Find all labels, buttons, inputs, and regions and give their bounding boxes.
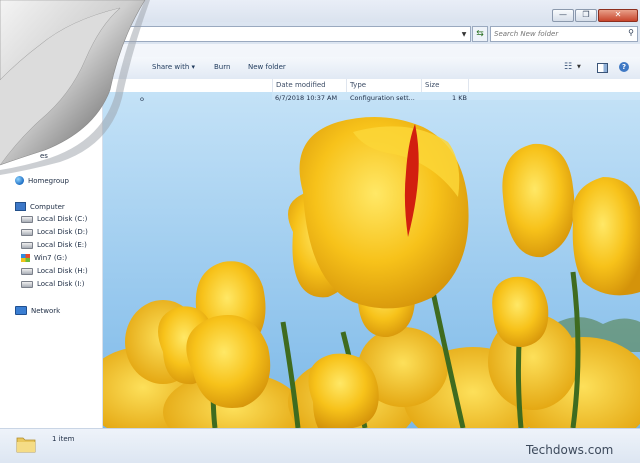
windows-logo-icon	[21, 254, 30, 262]
explorer-window: — ❐ ✕ ▼ ⇆ ⚲ Share with ▾ Burn New folder…	[0, 0, 640, 463]
column-divider[interactable]	[421, 79, 422, 92]
column-header-type[interactable]: Type	[350, 81, 366, 89]
help-icon[interactable]: ?	[619, 62, 629, 72]
watermark: Techdows.com	[526, 443, 614, 457]
column-header-size[interactable]: Size	[425, 81, 439, 89]
folder-icon	[16, 437, 36, 453]
column-divider[interactable]	[346, 79, 347, 92]
file-list-area[interactable]: 6/7/2018 10:37 AM Configuration sett... …	[103, 92, 640, 428]
disk-icon	[21, 215, 33, 223]
disk-icon	[21, 267, 33, 275]
burn-button[interactable]: Burn	[214, 63, 230, 71]
nav-item-computer[interactable]: Computer	[15, 202, 65, 211]
nav-item-label: Computer	[30, 202, 65, 211]
search-icon[interactable]: ⚲	[628, 28, 634, 37]
file-size: 1 KB	[452, 94, 467, 102]
title-bar: — ❐ ✕	[0, 0, 640, 22]
maximize-button[interactable]: ❐	[575, 9, 597, 22]
view-dropdown-icon[interactable]: ▼	[577, 64, 581, 70]
address-field[interactable]	[120, 26, 471, 42]
change-view-icon[interactable]: ☷	[564, 62, 572, 72]
nav-item-drive-h[interactable]: Local Disk (H:)	[21, 267, 88, 275]
nav-item-label-partial: es	[40, 152, 48, 160]
nav-item-label: Network	[31, 306, 61, 315]
network-icon	[15, 306, 27, 315]
nav-item-homegroup[interactable]: Homegroup	[15, 176, 69, 185]
disk-icon	[21, 280, 33, 288]
nav-item-drive-g[interactable]: Win7 (G:)	[21, 254, 67, 262]
nav-item-drive-d[interactable]: Local Disk (D:)	[21, 228, 88, 236]
status-item-count: 1 item	[52, 435, 75, 443]
share-with-button[interactable]: Share with ▾	[152, 63, 195, 71]
column-header-date-modified[interactable]: Date modified	[276, 81, 326, 89]
nav-item-drive-i[interactable]: Local Disk (I:)	[21, 280, 85, 288]
close-button[interactable]: ✕	[598, 9, 638, 22]
file-date-modified: 6/7/2018 10:37 AM	[275, 94, 338, 102]
nav-item-label: Local Disk (I:)	[37, 280, 85, 288]
nav-item-label: Local Disk (E:)	[37, 241, 87, 249]
nav-item-label: Homegroup	[28, 176, 70, 185]
tulip-wallpaper	[103, 92, 640, 428]
nav-item-label: Local Disk (C:)	[37, 215, 88, 223]
homegroup-icon	[15, 176, 24, 185]
nav-item-drive-e[interactable]: Local Disk (E:)	[21, 241, 87, 249]
command-bar: Share with ▾ Burn New folder ☷ ▼ ?	[0, 57, 640, 80]
file-type: Configuration sett...	[350, 94, 415, 102]
nav-item-label: Local Disk (D:)	[37, 228, 88, 236]
navigation-pane: Homegroup Computer Local Disk (C:) Local…	[0, 92, 103, 428]
computer-icon	[15, 202, 26, 211]
nav-item-network[interactable]: Network	[15, 306, 60, 315]
window-controls: — ❐ ✕	[551, 9, 638, 22]
new-folder-button[interactable]: New folder	[248, 63, 286, 71]
disk-icon	[21, 228, 33, 236]
column-divider[interactable]	[468, 79, 469, 92]
table-row[interactable]: 6/7/2018 10:37 AM Configuration sett... …	[103, 92, 640, 103]
column-headers: Date modified Type Size	[0, 79, 640, 93]
file-name-partial: o	[140, 95, 144, 103]
column-divider[interactable]	[272, 79, 273, 92]
refresh-button[interactable]: ⇆	[472, 26, 488, 42]
search-box[interactable]: ⚲	[490, 26, 638, 42]
nav-item-label: Local Disk (H:)	[37, 267, 88, 275]
minimize-button[interactable]: —	[552, 9, 574, 22]
nav-item-label: Win7 (G:)	[34, 254, 68, 262]
address-dropdown-icon[interactable]: ▼	[458, 29, 470, 41]
nav-item-drive-c[interactable]: Local Disk (C:)	[21, 215, 87, 223]
disk-icon	[21, 241, 33, 249]
preview-pane-icon[interactable]	[597, 63, 608, 73]
search-input[interactable]	[494, 27, 619, 41]
